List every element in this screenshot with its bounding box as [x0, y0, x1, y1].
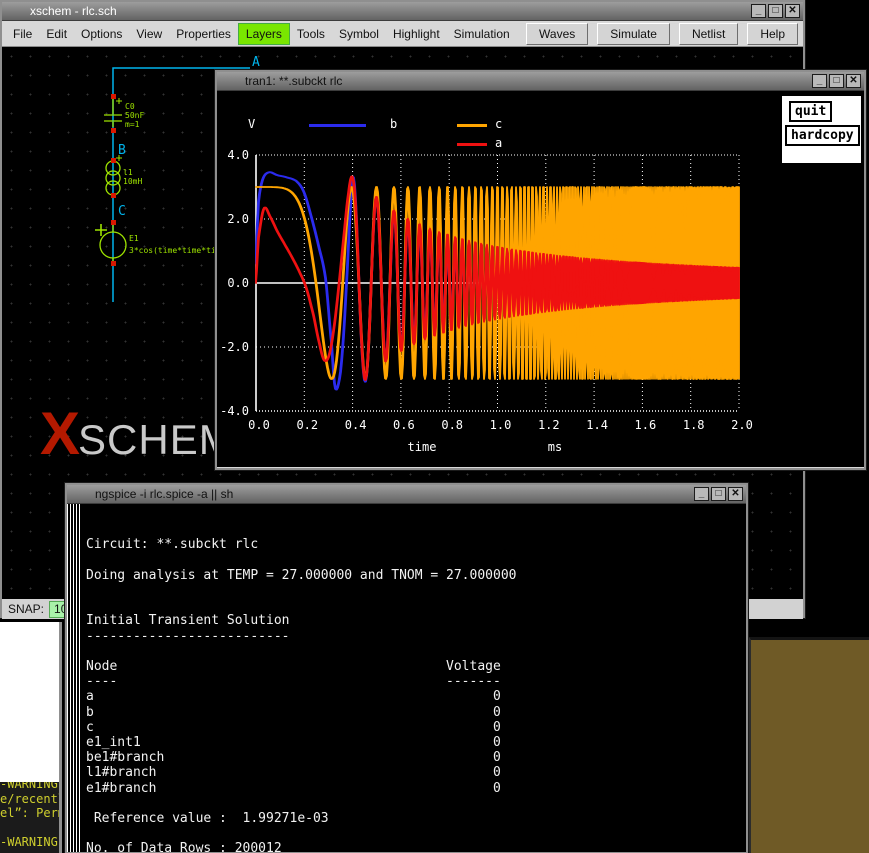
ngspice-terminal-window: ngspice -i rlc.spice -a || sh _ □ ✕ Circ…	[65, 483, 748, 853]
svg-text:2.0: 2.0	[227, 212, 249, 226]
terminal-output: Circuit: **.subckt rlc Doing analysis at…	[86, 537, 746, 852]
svg-text:0.0: 0.0	[248, 418, 270, 432]
minimize-icon[interactable]: _	[694, 487, 709, 501]
snap-label: SNAP:	[8, 602, 44, 616]
legend-label-b: b	[390, 117, 397, 131]
cap-mult-label: m=1	[125, 120, 140, 129]
svg-text:-2.0: -2.0	[222, 340, 249, 354]
tran1-title: tran1: **.subckt rlc	[217, 74, 342, 88]
svg-text:1.4: 1.4	[586, 418, 608, 432]
legend-label-a: a	[495, 136, 502, 150]
warning-terminal-fragment: -WARNING e/recently el”: Perm -WARNING	[0, 782, 62, 853]
maximize-icon[interactable]: □	[711, 487, 726, 501]
ind-value-label: 10mH	[123, 177, 142, 186]
svg-text:0.2: 0.2	[296, 418, 318, 432]
svg-text:1.2: 1.2	[538, 418, 560, 432]
capacitor-plus-icon	[116, 98, 122, 104]
menu-edit[interactable]: Edit	[39, 24, 74, 44]
svg-text:0.0: 0.0	[227, 276, 249, 290]
waveform-plot[interactable]: -4.0 -2.0 0.0 2.0 4.0 0.0 0.2 0.4 0.6 0.8 1.0 1.2 1.…	[222, 95, 779, 469]
minimize-icon[interactable]: _	[751, 4, 766, 18]
xschem-title: xschem - rlc.sch	[2, 4, 117, 18]
legend-label-c: c	[495, 117, 502, 131]
tran1-window: tran1: **.subckt rlc _ □ ✕ -4.0 -2.0 0.0 2.…	[215, 70, 866, 470]
legend-line-b	[309, 124, 366, 127]
close-icon[interactable]: ✕	[785, 4, 800, 18]
menu-tools[interactable]: Tools	[290, 24, 332, 44]
tran1-titlebar[interactable]: tran1: **.subckt rlc _ □ ✕	[217, 72, 864, 91]
plot-button-panel: quit hardcopy	[781, 95, 862, 164]
xschem-logo-text: SCHEM	[78, 416, 235, 463]
close-icon[interactable]: ✕	[846, 74, 861, 88]
svg-text:4.0: 4.0	[227, 148, 249, 162]
hardcopy-button[interactable]: hardcopy	[785, 125, 860, 146]
menu-view[interactable]: View	[129, 24, 169, 44]
netlist-button[interactable]: Netlist	[679, 23, 738, 45]
close-icon[interactable]: ✕	[728, 487, 743, 501]
menu-simulation[interactable]: Simulation	[447, 24, 517, 44]
svg-text:0.8: 0.8	[441, 418, 463, 432]
xschem-titlebar[interactable]: xschem - rlc.sch _ □ ✕	[2, 2, 803, 21]
menu-symbol[interactable]: Symbol	[332, 24, 386, 44]
maximize-icon[interactable]: □	[768, 4, 783, 18]
xschem-logo: XSCHEM	[40, 399, 235, 468]
net-label-c[interactable]: C	[118, 204, 126, 219]
ind-ref-label: l1	[123, 168, 133, 177]
y-axis-unit-label: V	[248, 117, 255, 131]
components[interactable]	[95, 98, 126, 261]
svg-text:-4.0: -4.0	[222, 404, 249, 418]
legend-line-a	[457, 143, 487, 146]
menu-properties[interactable]: Properties	[169, 24, 238, 44]
xschem-logo-x: X	[40, 400, 78, 467]
svg-text:ms: ms	[548, 440, 562, 454]
menu-layers[interactable]: Layers	[238, 23, 290, 45]
plot-area: -4.0 -2.0 0.0 2.0 4.0 0.0 0.2 0.4 0.6 0.8 1.0 1.2 1.…	[217, 91, 864, 467]
net-label-a[interactable]: A	[252, 55, 260, 70]
svg-text:1.8: 1.8	[683, 418, 705, 432]
xschem-menubar: File Edit Options View Properties Layers…	[2, 21, 803, 47]
net-label-b[interactable]: B	[118, 143, 126, 158]
menu-file[interactable]: File	[6, 24, 39, 44]
warning-output: -WARNING e/recently el”: Perm -WARNING	[0, 782, 59, 850]
desktop: xschem - rlc.sch _ □ ✕ File Edit Options…	[0, 0, 869, 853]
olive-window-fragment	[749, 637, 869, 853]
help-button[interactable]: Help	[747, 23, 798, 45]
quit-button[interactable]: quit	[789, 101, 832, 122]
svg-text:time: time	[408, 440, 437, 454]
background-window-fragment	[0, 622, 62, 782]
src-ref-label: E1	[129, 234, 139, 243]
ngspice-titlebar[interactable]: ngspice -i rlc.spice -a || sh _ □ ✕	[67, 485, 746, 504]
minimize-icon[interactable]: _	[812, 74, 827, 88]
svg-text:2.0: 2.0	[731, 418, 753, 432]
svg-text:0.4: 0.4	[345, 418, 367, 432]
svg-text:0.6: 0.6	[393, 418, 415, 432]
menu-options[interactable]: Options	[74, 24, 129, 44]
terminal-scrollbar[interactable]	[67, 504, 81, 852]
simulate-button[interactable]: Simulate	[597, 23, 670, 45]
legend-line-c	[457, 124, 487, 127]
svg-text:1.0: 1.0	[490, 418, 512, 432]
svg-text:1.6: 1.6	[635, 418, 657, 432]
ngspice-title: ngspice -i rlc.spice -a || sh	[67, 487, 233, 501]
cap-ref-label: C0	[125, 102, 135, 111]
terminal-content[interactable]: Circuit: **.subckt rlc Doing analysis at…	[81, 504, 746, 852]
waves-button[interactable]: Waves	[526, 23, 588, 45]
cap-value-label: 50nF	[125, 111, 144, 120]
menu-highlight[interactable]: Highlight	[386, 24, 447, 44]
maximize-icon[interactable]: □	[829, 74, 844, 88]
